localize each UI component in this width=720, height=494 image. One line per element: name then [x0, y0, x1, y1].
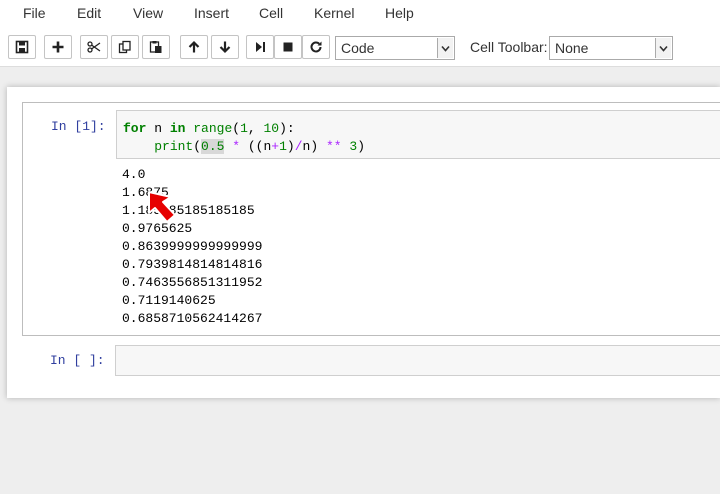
paste-button[interactable] — [142, 35, 170, 59]
input-prompt: In [1]: — [51, 119, 106, 134]
menu-kernel[interactable]: Kernel — [314, 5, 354, 21]
output-line: 4.0 — [122, 167, 146, 182]
output-line: 0.8639999999999999 — [122, 239, 263, 254]
output-line: 0.7119140625 — [122, 293, 216, 308]
chevron-down-icon — [655, 38, 671, 58]
move-down-button[interactable] — [211, 35, 239, 59]
run-button[interactable] — [246, 35, 274, 59]
mouse-pointer-icon — [148, 191, 176, 223]
move-up-button[interactable] — [180, 35, 208, 59]
restart-button[interactable] — [302, 35, 330, 59]
code-line: for n in range(1, 10): — [123, 121, 295, 136]
code-editor[interactable]: for n in range(1, 10): print(0.5 * ((n+1… — [116, 110, 720, 159]
menu-help[interactable]: Help — [385, 5, 414, 21]
add-cell-icon — [52, 41, 64, 53]
menu-insert[interactable]: Insert — [194, 5, 229, 21]
cell-toolbar-value: None — [555, 40, 589, 56]
chevron-down-icon — [437, 38, 453, 58]
output-line: 1.6875 — [122, 185, 169, 200]
save-icon — [15, 40, 29, 54]
stop-icon — [283, 42, 293, 52]
code-editor[interactable] — [115, 345, 720, 376]
copy-button[interactable] — [111, 35, 139, 59]
notebook-container: In [1]: for n in range(1, 10): print(0.5… — [7, 87, 720, 398]
toolbar: Code Cell Toolbar: None — [0, 28, 720, 67]
paste-icon — [149, 41, 162, 53]
code-line: print(0.5 * ((n+1)/n) ** 3) — [154, 139, 366, 154]
menu-view[interactable]: View — [133, 5, 163, 21]
cut-icon — [87, 41, 101, 53]
output-line: 1.185185185185185 — [122, 203, 255, 218]
output-line: 0.6858710562414267 — [122, 311, 263, 326]
cut-button[interactable] — [80, 35, 108, 59]
menu-cell[interactable]: Cell — [259, 5, 283, 21]
menu-bar: File Edit View Insert Cell Kernel Help — [0, 0, 720, 28]
cell-type-value: Code — [341, 40, 375, 56]
cell-toolbar-label: Cell Toolbar: — [470, 39, 548, 55]
output-line: 0.7939814814814816 — [122, 257, 263, 272]
input-prompt: In [ ]: — [50, 353, 105, 368]
copy-icon — [118, 40, 131, 54]
interrupt-button[interactable] — [274, 35, 302, 59]
run-icon — [256, 42, 265, 52]
code-cell[interactable]: In [1]: for n in range(1, 10): print(0.5… — [22, 102, 720, 336]
output-line: 0.7463556851311952 — [122, 275, 263, 290]
restart-icon — [310, 41, 322, 53]
empty-code-cell[interactable]: In [ ]: — [22, 342, 720, 378]
output-line: 0.9765625 — [122, 221, 193, 236]
menu-file[interactable]: File — [23, 5, 46, 21]
menu-edit[interactable]: Edit — [77, 5, 101, 21]
move-down-icon — [219, 41, 231, 54]
cell-type-select[interactable]: Code — [335, 36, 455, 60]
cell-toolbar-select[interactable]: None — [549, 36, 673, 60]
save-button[interactable] — [8, 35, 36, 59]
move-up-icon — [188, 40, 200, 53]
insert-cell-button[interactable] — [44, 35, 72, 59]
cell-output: 4.0 1.6875 1.185185185185185 0.9765625 0… — [122, 166, 262, 328]
